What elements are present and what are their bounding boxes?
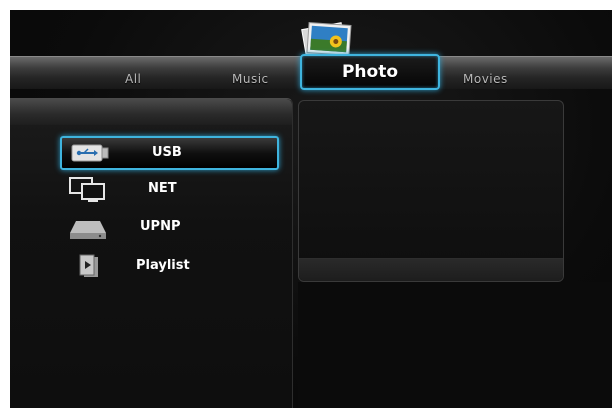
device-item-upnp[interactable]: UPNP bbox=[60, 212, 275, 242]
media-player-screen: All Music Photo Movies USB NET UPNP Play… bbox=[10, 10, 612, 408]
upnp-icon bbox=[68, 215, 108, 241]
tab-music[interactable]: Music bbox=[232, 72, 269, 86]
device-item-usb[interactable]: USB bbox=[60, 136, 279, 170]
device-item-playlist[interactable]: Playlist bbox=[60, 251, 275, 281]
playlist-icon bbox=[68, 254, 108, 280]
preview-info-bar bbox=[299, 258, 563, 281]
tab-all[interactable]: All bbox=[125, 72, 141, 86]
device-label-upnp: UPNP bbox=[140, 219, 181, 234]
usb-icon bbox=[70, 141, 110, 167]
device-label-usb: USB bbox=[152, 145, 182, 160]
device-list-panel: USB NET UPNP Playlist bbox=[10, 98, 293, 408]
preview-panel bbox=[298, 100, 564, 282]
tab-photo[interactable]: Photo bbox=[300, 54, 440, 90]
tab-movies[interactable]: Movies bbox=[463, 72, 508, 86]
device-label-playlist: Playlist bbox=[136, 258, 190, 273]
network-icon bbox=[68, 177, 108, 203]
lower-info-area bbox=[298, 282, 612, 408]
device-list-header bbox=[10, 99, 292, 125]
device-label-net: NET bbox=[148, 181, 177, 196]
device-item-net[interactable]: NET bbox=[60, 174, 275, 204]
